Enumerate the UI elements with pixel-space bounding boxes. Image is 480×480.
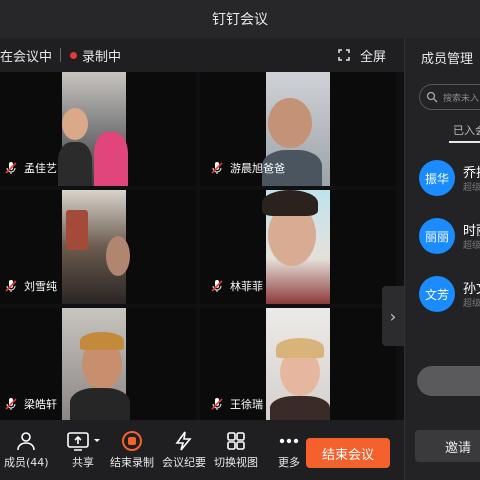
avatar: 丽丽 (419, 218, 455, 254)
tab-indicator (449, 141, 480, 143)
participant-video (58, 72, 128, 186)
panel-title: 成员管理 (421, 52, 474, 67)
chevron-right-icon: › (389, 306, 397, 326)
participant-nameplate: 王徐瑞 (210, 396, 263, 412)
end-record-button[interactable]: 结束录制 (110, 428, 154, 470)
fullscreen-button[interactable]: 全屏 (338, 38, 386, 72)
invite-button[interactable]: 邀请 (415, 430, 480, 462)
mic-muted-icon (211, 280, 223, 292)
record-stop-icon (122, 431, 142, 451)
panel-action-pill[interactable] (417, 366, 480, 396)
share-screen-icon (67, 432, 100, 451)
participant-nameplate: 林菲菲 (210, 278, 263, 294)
mic-muted-icon (5, 280, 17, 292)
member-role: 超级 (463, 299, 480, 309)
member-name: 乔振 (463, 166, 480, 181)
participant-nameplate: 孟佳艺 (4, 160, 57, 176)
more-dots-icon (279, 438, 299, 444)
avatar: 文芳 (419, 276, 455, 312)
meeting-status-bar: 在会议中 录制中 全屏 (0, 38, 404, 72)
participant-name: 游晨旭爸爸 (230, 162, 285, 175)
end-meeting-button[interactable]: 结束会议 (306, 438, 390, 468)
participant-name: 梁皓轩 (24, 398, 57, 411)
avatar: 振华 (419, 160, 455, 196)
participant-video (262, 190, 330, 304)
mic-muted-icon (211, 162, 223, 174)
share-button[interactable]: 共享 (66, 428, 100, 470)
search-placeholder: 搜索未入 (443, 93, 480, 104)
switch-view-label: 切换视图 (214, 456, 258, 469)
fullscreen-label: 全屏 (359, 49, 386, 65)
member-name: 时丽 (463, 224, 480, 239)
participant-tile[interactable]: 孟佳艺 (0, 72, 196, 186)
window-title: 钉钉会议 (212, 12, 268, 28)
participant-nameplate: 梁皓轩 (4, 396, 57, 412)
share-label: 共享 (72, 456, 94, 469)
window-titlebar: 钉钉会议 (0, 0, 480, 38)
more-button[interactable]: 更多 (278, 428, 300, 470)
participant-tile[interactable]: 游晨旭爸爸 (200, 72, 396, 186)
participant-video (62, 308, 130, 422)
member-role: 超级 (463, 183, 480, 193)
participant-name: 王徐瑞 (230, 398, 263, 411)
more-label: 更多 (278, 456, 300, 469)
search-icon (426, 91, 438, 103)
people-icon (17, 432, 36, 451)
participant-tile[interactable]: 林菲菲 (200, 190, 396, 304)
grid-view-icon (227, 432, 245, 450)
tab-joined[interactable]: 已入会 (453, 122, 480, 138)
in-meeting-status: 在会议中 (0, 49, 53, 65)
mic-muted-icon (5, 398, 17, 410)
video-grid: 孟佳艺 游晨旭爸爸 刘雪纯 林菲菲 梁皓轩 王徐瑞 › (0, 72, 404, 422)
lightning-icon (175, 431, 192, 451)
member-name: 孙文 (463, 282, 480, 297)
status-divider (60, 48, 62, 62)
next-page-button[interactable]: › (382, 286, 404, 346)
participant-tile[interactable]: 王徐瑞 (200, 308, 396, 422)
end-record-label: 结束录制 (110, 456, 154, 469)
mic-muted-icon (211, 398, 223, 410)
recording-dot-icon (70, 51, 78, 59)
member-list-item[interactable]: 丽丽 时丽 超级 (419, 218, 480, 258)
members-button[interactable]: 成员(44) (4, 428, 49, 470)
recording-status: 录制中 (82, 49, 122, 65)
minutes-button[interactable]: 会议纪要 (162, 428, 206, 470)
participant-tile[interactable]: 梁皓轩 (0, 308, 196, 422)
member-role: 超级 (463, 241, 480, 251)
switch-view-button[interactable]: 切换视图 (214, 428, 258, 470)
participant-name: 孟佳艺 (24, 162, 57, 175)
member-management-panel: 成员管理 搜索未入 已入会 振华 乔振 超级 丽丽 时丽 超级 文芳 孙文 超级… (404, 38, 480, 480)
participant-video (266, 308, 330, 422)
minutes-label: 会议纪要 (162, 456, 206, 469)
participant-name: 林菲菲 (230, 280, 263, 293)
participant-video (62, 190, 130, 304)
fullscreen-icon (338, 49, 350, 61)
member-list-item[interactable]: 振华 乔振 超级 (419, 160, 480, 200)
participant-nameplate: 刘雪纯 (4, 278, 57, 294)
mic-muted-icon (5, 162, 17, 174)
participant-name: 刘雪纯 (24, 280, 57, 293)
members-label: 成员(44) (4, 456, 49, 469)
participant-tile[interactable]: 刘雪纯 (0, 190, 196, 304)
member-search-input[interactable]: 搜索未入 (419, 84, 480, 110)
participant-nameplate: 游晨旭爸爸 (210, 160, 285, 176)
member-list-item[interactable]: 文芳 孙文 超级 (419, 276, 480, 316)
